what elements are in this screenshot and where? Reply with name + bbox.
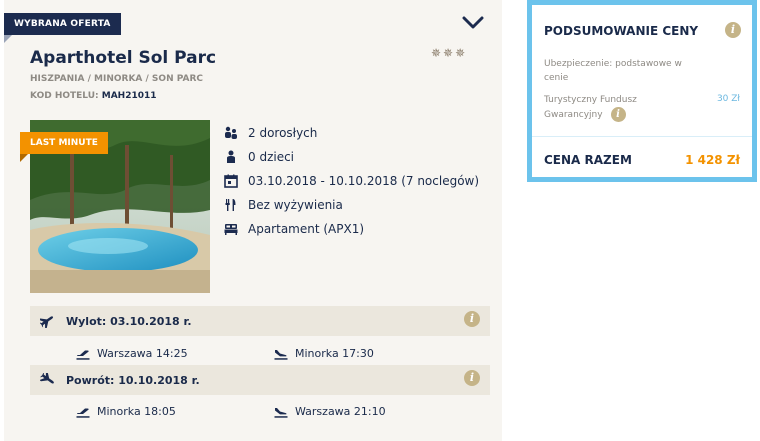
summary-title: PODSUMOWANIE CENY bbox=[544, 24, 699, 38]
badge-fold bbox=[4, 35, 12, 43]
return-from-text: Minorka 18:05 bbox=[97, 405, 176, 418]
bed-icon bbox=[224, 224, 238, 235]
detail-adults: 2 dorosłych bbox=[224, 121, 479, 145]
people-icon bbox=[225, 126, 237, 139]
hotel-name: Aparthotel Sol Parc bbox=[30, 48, 217, 68]
hotel-code: KOD HOTELU: MAH21011 bbox=[30, 91, 157, 101]
adults-text: 2 dorosłych bbox=[248, 126, 318, 140]
calendar-icon bbox=[224, 174, 238, 188]
detail-room: Apartament (APX1) bbox=[224, 217, 479, 241]
dates-text: 03.10.2018 - 10.10.2018 (7 noclegów) bbox=[248, 174, 480, 188]
landing-icon bbox=[274, 407, 288, 418]
fund-info-icon[interactable]: i bbox=[610, 107, 626, 122]
offer-details: 2 dorosłych 0 dzieci 03.10.2018 - 10.10.… bbox=[224, 121, 479, 241]
summary-info-icon[interactable]: i bbox=[725, 22, 741, 38]
fund-text: Turystyczny Fundusz Gwarancyjny i bbox=[544, 93, 637, 122]
hotel-location: HISZPANIA / MINORKA / SON PARC bbox=[30, 74, 204, 84]
return-from: Minorka 18:05 bbox=[76, 405, 176, 418]
departure-from: Warszawa 14:25 bbox=[76, 347, 188, 360]
plane-departure-icon bbox=[40, 316, 54, 328]
board-text: Bez wyżywienia bbox=[248, 198, 343, 212]
last-minute-fold bbox=[20, 154, 28, 162]
total-label: CENA RAZEM bbox=[544, 153, 632, 167]
detail-children: 0 dzieci bbox=[224, 145, 479, 169]
takeoff-icon bbox=[76, 408, 90, 418]
fund-value: 30 Zł bbox=[716, 94, 740, 104]
return-to-text: Warszawa 21:10 bbox=[295, 405, 386, 418]
departure-to: Minorka 17:30 bbox=[274, 347, 374, 360]
fund-line-2: Gwarancyjny bbox=[544, 109, 603, 120]
chevron-down-icon[interactable] bbox=[462, 16, 484, 30]
return-info-icon[interactable]: i bbox=[464, 370, 480, 386]
detail-dates: 03.10.2018 - 10.10.2018 (7 noclegów) bbox=[224, 169, 479, 193]
person-icon bbox=[227, 150, 235, 163]
room-text: Apartament (APX1) bbox=[248, 222, 365, 236]
hotel-code-value: MAH21011 bbox=[101, 91, 157, 101]
plane-return-icon bbox=[40, 373, 54, 384]
children-text: 0 dzieci bbox=[248, 150, 295, 164]
insurance-line-2: cenie bbox=[544, 73, 569, 83]
return-bar[interactable]: Powrót: 10.10.2018 r. bbox=[30, 365, 490, 395]
hotel-stars-icon: ✵✵✵ bbox=[431, 46, 468, 60]
detail-board: Bez wyżywienia bbox=[224, 193, 479, 217]
fund-line-1: Turystyczny Fundusz bbox=[544, 95, 637, 105]
takeoff-icon bbox=[76, 350, 90, 360]
last-minute-badge: LAST MINUTE bbox=[20, 132, 108, 154]
selected-offer-badge: WYBRANA OFERTA bbox=[4, 13, 121, 35]
landing-icon bbox=[274, 349, 288, 360]
departure-label: Wylot: 03.10.2018 r. bbox=[66, 314, 192, 328]
insurance-line-1: Ubezpieczenie: podstawowe w bbox=[544, 59, 682, 69]
total-value: 1 428 Zł bbox=[685, 153, 740, 167]
departure-from-text: Warszawa 14:25 bbox=[97, 347, 188, 360]
cutlery-icon bbox=[225, 199, 236, 211]
departure-info-icon[interactable]: i bbox=[464, 311, 480, 327]
offer-card: WYBRANA OFERTA Aparthotel Sol Parc ✵✵✵ H… bbox=[4, 0, 502, 441]
price-summary: PODSUMOWANIE CENY i Ubezpieczenie: podst… bbox=[527, 0, 757, 182]
return-to: Warszawa 21:10 bbox=[274, 405, 386, 418]
return-label: Powrót: 10.10.2018 r. bbox=[66, 373, 200, 387]
hotel-code-label: KOD HOTELU: bbox=[30, 91, 99, 101]
summary-divider bbox=[532, 136, 752, 137]
departure-to-text: Minorka 17:30 bbox=[295, 347, 374, 360]
insurance-text: Ubezpieczenie: podstawowe w cenie bbox=[544, 57, 682, 85]
departure-bar[interactable]: Wylot: 03.10.2018 r. bbox=[30, 306, 490, 336]
fund-line-2-row: Gwarancyjny i bbox=[544, 107, 637, 122]
